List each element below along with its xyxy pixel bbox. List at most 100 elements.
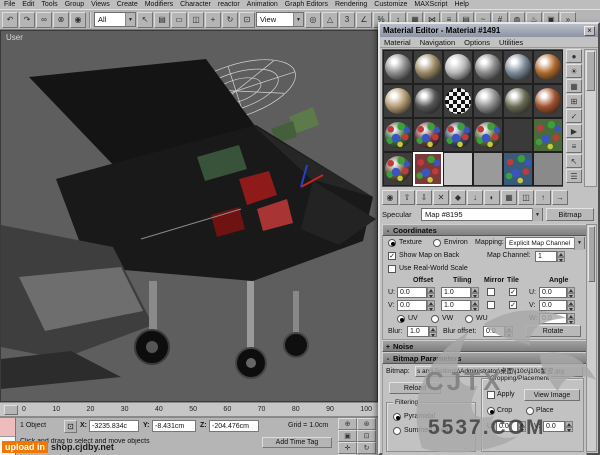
material-slot-18[interactable]	[533, 118, 563, 152]
redo-icon[interactable]: ↷	[19, 12, 35, 28]
menu-animation[interactable]: Animation	[247, 1, 278, 8]
sample-tile-icon[interactable]: ⊞	[566, 94, 582, 108]
map-channel-spinner[interactable]	[557, 251, 565, 262]
menu-navigation[interactable]: Navigation	[420, 38, 455, 47]
material-slot-23[interactable]	[503, 152, 533, 186]
bind-spacewarp-icon[interactable]: ◉	[70, 12, 86, 28]
vw-radio[interactable]	[431, 315, 439, 323]
show-end-result-icon[interactable]: ◫	[518, 190, 534, 205]
view-image-button[interactable]: View Image	[524, 389, 580, 401]
video-color-check-icon[interactable]: ✓	[566, 109, 582, 123]
sample-type-icon[interactable]: ●	[566, 49, 582, 63]
menu-options[interactable]: Options	[464, 38, 490, 47]
select-manipulate-icon[interactable]: △	[322, 12, 338, 28]
listener-macro-pane[interactable]	[0, 418, 15, 437]
chevron-down-icon[interactable]: ▼	[574, 237, 584, 250]
material-slot-7[interactable]	[383, 84, 413, 118]
viewport-canvas[interactable]	[1, 31, 377, 401]
blur-spinner[interactable]	[429, 326, 437, 337]
material-editor-titlebar[interactable]: Material Editor - Material #1491 ×	[380, 24, 598, 37]
sample-scrollbar[interactable]	[584, 49, 597, 187]
chevron-down-icon[interactable]: ▼	[125, 13, 135, 26]
u-offset-spinner[interactable]	[427, 287, 435, 298]
go-sibling-icon[interactable]: →	[552, 190, 568, 205]
material-slot-8[interactable]	[413, 84, 443, 118]
select-by-material-icon[interactable]: ↖	[566, 154, 582, 168]
time-slider-handle[interactable]	[4, 405, 18, 415]
backlight-icon[interactable]: ☀	[566, 64, 582, 78]
reference-coordinate-combo[interactable]: View ▼	[256, 12, 304, 27]
u-offset-field[interactable]: 0.0	[397, 287, 427, 298]
scrollbar-thumb[interactable]	[586, 51, 595, 91]
material-slot-17[interactable]	[503, 118, 533, 152]
rollout-toggle-icon[interactable]: -	[383, 226, 393, 235]
summed-area-radio[interactable]	[393, 427, 401, 435]
w-angle-field[interactable]: 0.0	[539, 313, 567, 324]
tile-v-checkbox[interactable]	[509, 301, 517, 309]
put-material-icon[interactable]: ⇧	[399, 190, 415, 205]
material-slot-22[interactable]	[473, 152, 503, 186]
assign-material-icon[interactable]: ⇩	[416, 190, 432, 205]
put-library-icon[interactable]: ↓	[467, 190, 483, 205]
v-tiling-spinner[interactable]	[471, 300, 479, 311]
window-crossing-icon[interactable]: ◫	[188, 12, 204, 28]
menu-utilities[interactable]: Utilities	[499, 38, 523, 47]
select-by-name-icon[interactable]: ▤	[154, 12, 170, 28]
arc-rotate-icon[interactable]: ↻	[357, 442, 376, 454]
options-icon[interactable]: ≡	[566, 139, 582, 153]
menu-modifiers[interactable]: Modifiers	[145, 1, 173, 8]
rotate-button[interactable]: Rotate	[525, 325, 581, 337]
map-name-combo[interactable]: Map #8195 ▼	[421, 208, 543, 221]
menu-views[interactable]: Views	[91, 1, 110, 8]
menu-graph-editors[interactable]: Graph Editors	[285, 1, 328, 8]
coordinates-rollout-header[interactable]: - Coordinates	[382, 224, 587, 236]
get-material-icon[interactable]: ◉	[382, 190, 398, 205]
zoom-extents-icon[interactable]: ▣	[338, 430, 357, 442]
rollout-toggle-icon[interactable]: -	[383, 354, 393, 363]
v-offset-spinner[interactable]	[427, 300, 435, 311]
rollout-toggle-icon[interactable]: +	[383, 342, 393, 351]
reload-button[interactable]: Reload	[389, 382, 441, 394]
make-unique-icon[interactable]: ◆	[450, 190, 466, 205]
chevron-down-icon[interactable]: ▼	[293, 13, 303, 26]
menu-customize[interactable]: Customize	[374, 1, 407, 8]
noise-rollout-header[interactable]: + Noise	[382, 340, 587, 352]
v-angle-field[interactable]: 0.0	[539, 300, 567, 311]
material-slot-24[interactable]	[533, 152, 563, 186]
environ-radio[interactable]	[433, 239, 441, 247]
menu-help[interactable]: Help	[454, 1, 468, 8]
zoom-icon[interactable]: ⊕	[338, 418, 357, 430]
u-tiling-field[interactable]: 1.0	[441, 287, 471, 298]
select-scale-icon[interactable]: ⊡	[239, 12, 255, 28]
menu-maxscript[interactable]: MAXScript	[414, 1, 447, 8]
blur-offset-field[interactable]: 0.0	[483, 326, 505, 337]
chevron-down-icon[interactable]: ▼	[532, 208, 542, 221]
material-slot-11[interactable]	[503, 84, 533, 118]
x-coordinate-field[interactable]: -3235.834c	[89, 420, 139, 432]
selection-region-icon[interactable]: ▭	[171, 12, 187, 28]
material-slot-3[interactable]	[443, 50, 473, 84]
crop-v-field[interactable]: 0.0	[543, 421, 565, 432]
pan-icon[interactable]: ✛	[338, 442, 357, 454]
selection-lock-icon[interactable]: ⊡	[64, 420, 77, 433]
crop-radio[interactable]	[487, 407, 495, 415]
use-pivot-icon[interactable]: ◎	[305, 12, 321, 28]
u-tiling-spinner[interactable]	[471, 287, 479, 298]
material-map-navigator-icon[interactable]: ☰	[566, 169, 582, 183]
crop-v-spinner[interactable]	[565, 421, 573, 432]
menu-material[interactable]: Material	[384, 38, 411, 47]
bitmap-parameters-rollout-header[interactable]: - Bitmap Parameters	[382, 352, 587, 364]
y-coordinate-field[interactable]: -8.431cm	[152, 420, 196, 432]
menu-reactor[interactable]: reactor	[218, 1, 240, 8]
material-slot-14[interactable]	[413, 118, 443, 152]
material-slot-2[interactable]	[413, 50, 443, 84]
place-radio[interactable]	[526, 407, 534, 415]
add-time-tag[interactable]: Add Time Tag	[262, 437, 332, 448]
menu-edit[interactable]: Edit	[22, 1, 34, 8]
material-slot-21[interactable]	[443, 152, 473, 186]
show-map-viewport-icon[interactable]: ▦	[501, 190, 517, 205]
material-editor-window[interactable]: Material Editor - Material #1491 × Mater…	[378, 22, 600, 455]
material-slot-20[interactable]	[413, 152, 443, 186]
selection-filter-combo[interactable]: All ▼	[94, 12, 136, 27]
menu-create[interactable]: Create	[117, 1, 138, 8]
